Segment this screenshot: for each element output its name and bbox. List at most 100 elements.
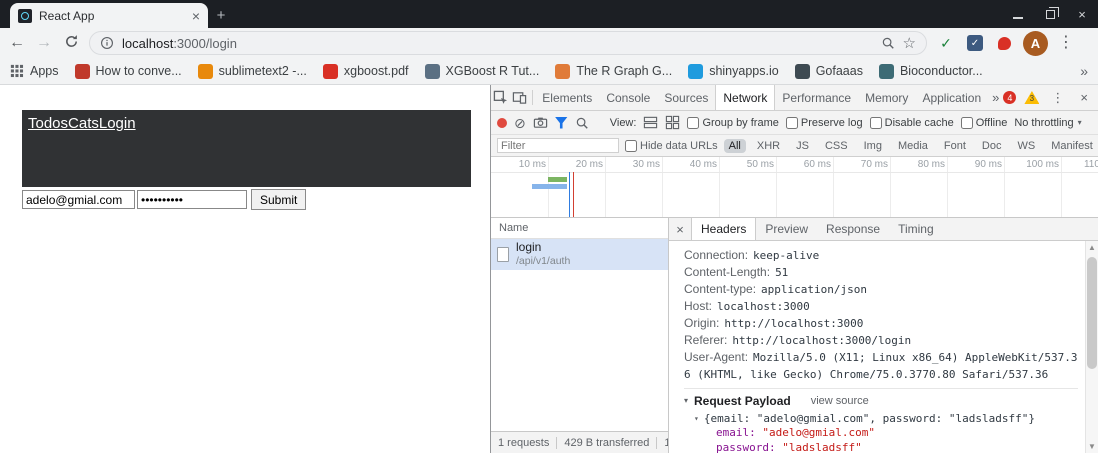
email-field[interactable]: [22, 190, 135, 209]
filter-type-manifest[interactable]: Manifest: [1046, 139, 1098, 153]
url-bar[interactable]: localhost:3000/login ☆: [89, 31, 927, 55]
payload-root-line[interactable]: ▾ {email: "adelo@gmial.com", password: "…: [684, 412, 1078, 425]
checkbox-input[interactable]: [961, 117, 973, 129]
request-row[interactable]: login /api/v1/auth: [491, 239, 668, 270]
devtools-close-icon[interactable]: ×: [1076, 90, 1092, 105]
tab-timing[interactable]: Timing: [889, 218, 943, 240]
tab-memory[interactable]: Memory: [858, 85, 915, 110]
page-title-link[interactable]: TodosCatsLogin: [28, 115, 136, 132]
filter-funnel-icon[interactable]: [555, 117, 568, 129]
reload-button[interactable]: [62, 34, 80, 53]
bookmark-label: sublimetext2 -...: [219, 64, 307, 78]
menu-kebab-icon[interactable]: ⋮: [1057, 35, 1075, 51]
restore-button[interactable]: [1040, 3, 1060, 25]
filter-type-doc[interactable]: Doc: [977, 139, 1007, 153]
bookmarks-overflow-chevron[interactable]: »: [1080, 63, 1088, 79]
error-count-badge[interactable]: 4: [1003, 91, 1016, 104]
disable-cache-checkbox[interactable]: Disable cache: [870, 117, 954, 129]
filter-type-media[interactable]: Media: [893, 139, 933, 153]
filter-type-font[interactable]: Font: [939, 139, 971, 153]
bookmark-item[interactable]: shinyapps.io: [688, 64, 779, 79]
extension-check-icon[interactable]: ✓: [936, 33, 956, 53]
triangle-down-icon[interactable]: ▾: [694, 415, 699, 423]
details-close-icon[interactable]: ×: [669, 218, 691, 240]
extension-pepper-icon[interactable]: [994, 33, 1014, 53]
checkbox-input[interactable]: [870, 117, 882, 129]
tab-headers[interactable]: Headers: [691, 218, 756, 240]
extension-box-icon[interactable]: ✓: [965, 33, 985, 53]
zoom-icon[interactable]: [881, 36, 895, 50]
payload-section-header[interactable]: ▾ Request Payload view source: [684, 394, 1078, 408]
tab-response[interactable]: Response: [817, 218, 889, 240]
filter-type-xhr[interactable]: XHR: [752, 139, 785, 153]
bookmark-label: shinyapps.io: [709, 64, 779, 78]
new-tab-button[interactable]: +: [208, 3, 234, 28]
minimize-button[interactable]: [1008, 3, 1028, 25]
bookmark-item[interactable]: xgboost.pdf: [323, 64, 409, 79]
info-icon[interactable]: [100, 36, 114, 50]
search-icon[interactable]: [575, 116, 589, 130]
more-tabs-chevron[interactable]: »: [988, 85, 1003, 110]
tab-network[interactable]: Network: [715, 85, 775, 110]
filter-type-img[interactable]: Img: [859, 139, 887, 153]
filter-type-css[interactable]: CSS: [820, 139, 853, 153]
password-field[interactable]: [137, 190, 247, 209]
hide-data-urls-checkbox[interactable]: Hide data URLs: [625, 140, 718, 152]
tab-performance[interactable]: Performance: [775, 85, 858, 110]
view-source-link[interactable]: view source: [811, 395, 869, 407]
bookmark-item[interactable]: XGBoost R Tut...: [425, 64, 540, 79]
inspect-element-button[interactable]: [491, 85, 510, 110]
back-button[interactable]: ←: [8, 35, 26, 51]
scrollbar-thumb[interactable]: [1087, 257, 1097, 369]
tab-console[interactable]: Console: [599, 85, 657, 110]
bookmark-item[interactable]: sublimetext2 -...: [198, 64, 307, 79]
preserve-log-checkbox[interactable]: Preserve log: [786, 117, 863, 129]
details-scrollbar[interactable]: ▲ ▼: [1085, 241, 1098, 453]
bookmark-label: xgboost.pdf: [344, 64, 409, 78]
tab-close-icon[interactable]: ×: [192, 9, 200, 23]
bookmark-item[interactable]: Bioconductor...: [879, 64, 983, 79]
clear-icon[interactable]: ⊘: [514, 116, 526, 130]
timeline-gridline: [1061, 157, 1062, 217]
throttling-dropdown[interactable]: No throttling▾: [1014, 117, 1081, 129]
tab-preview[interactable]: Preview: [756, 218, 817, 240]
checkbox-input[interactable]: [687, 117, 699, 129]
scroll-down-icon[interactable]: ▼: [1088, 442, 1096, 451]
submit-button[interactable]: Submit: [251, 189, 306, 210]
checkbox-input[interactable]: [786, 117, 798, 129]
forward-button[interactable]: →: [35, 35, 53, 51]
view-overview-icon[interactable]: [665, 115, 680, 130]
login-header-box: TodosCatsLogin: [22, 110, 471, 187]
filter-type-js[interactable]: JS: [791, 139, 814, 153]
tab-sources[interactable]: Sources: [657, 85, 715, 110]
bookmark-item[interactable]: The R Graph G...: [555, 64, 672, 79]
apps-button[interactable]: Apps: [10, 64, 59, 78]
network-timeline-overview[interactable]: 10 ms 20 ms 30 ms 40 ms 50 ms 60 ms 70 m…: [491, 157, 1098, 218]
triangle-down-icon[interactable]: ▾: [684, 397, 688, 405]
tab-application[interactable]: Application: [915, 85, 988, 110]
filter-input[interactable]: [497, 138, 619, 153]
close-button[interactable]: ×: [1072, 3, 1092, 25]
devtools-kebab-icon[interactable]: ⋮: [1047, 90, 1068, 106]
react-favicon-icon: [18, 9, 32, 23]
offline-checkbox[interactable]: Offline: [961, 117, 1008, 129]
tab-elements[interactable]: Elements: [535, 85, 599, 110]
checkbox-input[interactable]: [625, 140, 637, 152]
scroll-up-icon[interactable]: ▲: [1088, 243, 1096, 252]
url-text: localhost:3000/login: [122, 36, 237, 51]
browser-tab[interactable]: React App ×: [10, 3, 208, 28]
screenshot-camera-icon[interactable]: [533, 115, 548, 130]
warning-count-badge[interactable]: 3: [1024, 91, 1039, 104]
bookmark-item[interactable]: How to conve...: [75, 64, 182, 79]
record-button[interactable]: [497, 118, 507, 128]
filter-type-ws[interactable]: WS: [1012, 139, 1040, 153]
filter-type-all[interactable]: All: [724, 139, 746, 153]
name-column-header[interactable]: Name: [491, 218, 668, 239]
view-rows-icon[interactable]: [643, 115, 658, 130]
profile-avatar[interactable]: A: [1023, 31, 1048, 56]
bookmark-item[interactable]: Gofaaas: [795, 64, 863, 79]
device-toolbar-button[interactable]: [510, 85, 529, 110]
bookmark-star-icon[interactable]: ☆: [903, 36, 916, 51]
payload-section-title: Request Payload: [694, 394, 791, 408]
group-by-frame-checkbox[interactable]: Group by frame: [687, 117, 778, 129]
